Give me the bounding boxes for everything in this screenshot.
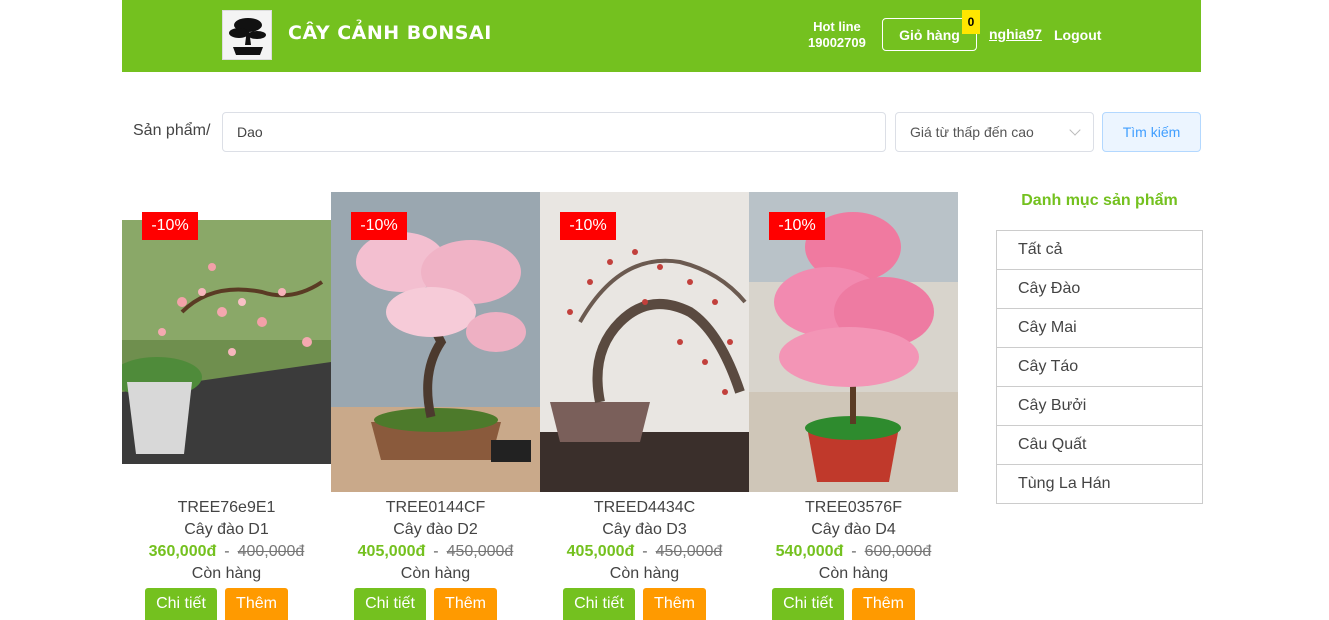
price-separator: - xyxy=(851,543,857,560)
search-button[interactable]: Tìm kiếm xyxy=(1102,112,1201,152)
discount-badge: -10% xyxy=(142,212,198,240)
cart-count-badge: 0 xyxy=(962,10,980,34)
stock-status: Còn hàng xyxy=(609,565,680,582)
product-image[interactable]: -10% xyxy=(331,192,540,492)
product-code: TREE0144CF xyxy=(385,499,486,516)
logout-link[interactable]: Logout xyxy=(1054,27,1101,43)
breadcrumb: Sản phẩm/ xyxy=(133,122,211,139)
product-code: TREE76e9E1 xyxy=(177,499,276,516)
category-title: Danh mục sản phẩm xyxy=(1021,192,1178,209)
hotline: Hot line 19002709 xyxy=(808,19,866,51)
sort-selected-value: Giá từ thấp đến cao xyxy=(910,124,1034,140)
add-to-cart-button[interactable]: Thêm xyxy=(434,588,497,620)
price-row: 360,000đ -400,000đ xyxy=(122,543,331,561)
product-name: Cây đào D2 xyxy=(393,521,478,538)
add-to-cart-button[interactable]: Thêm xyxy=(643,588,706,620)
brand-name[interactable]: CÂY CẢNH BONSAI xyxy=(288,22,492,44)
category-item-mai[interactable]: Cây Mai xyxy=(996,308,1203,348)
category-list: Tất cả Cây Đào Cây Mai Cây Táo Cây Bưởi … xyxy=(996,230,1203,504)
product-name: Cây đào D3 xyxy=(602,521,687,538)
sort-select[interactable]: Giá từ thấp đến cao xyxy=(895,112,1094,152)
product-card: -10% TREED4434C Cây đào D3 405,000đ -450,… xyxy=(540,192,749,620)
category-item-all[interactable]: Tất cả xyxy=(996,230,1203,270)
stock-status: Còn hàng xyxy=(818,565,889,582)
discount-badge: -10% xyxy=(560,212,616,240)
category-item-tao[interactable]: Cây Táo xyxy=(996,347,1203,387)
bonsai-logo[interactable] xyxy=(222,10,272,60)
price-row: 405,000đ -450,000đ xyxy=(540,543,749,561)
product-name: Cây đào D1 xyxy=(184,521,269,538)
chevron-down-icon xyxy=(1069,124,1081,136)
product-name: Cây đào D4 xyxy=(811,521,896,538)
product-image[interactable]: -10% xyxy=(122,192,331,492)
product-card: -10% TREE0144CF Cây đào D2 405,000đ -450,… xyxy=(331,192,540,620)
username-link[interactable]: nghia97 xyxy=(989,26,1042,42)
product-image[interactable]: -10% xyxy=(540,192,749,492)
category-item-dao[interactable]: Cây Đào xyxy=(996,269,1203,309)
price-row: 540,000đ -600,000đ xyxy=(749,543,958,561)
discount-badge: -10% xyxy=(769,212,825,240)
price-separator: - xyxy=(224,543,230,560)
product-card: -10% TREE03576F Cây đào D4 540,000đ -600,… xyxy=(749,192,958,620)
add-to-cart-button[interactable]: Thêm xyxy=(225,588,288,620)
price-row: 405,000đ -450,000đ xyxy=(331,543,540,561)
product-image[interactable]: -10% xyxy=(749,192,958,492)
search-input[interactable] xyxy=(222,112,886,152)
product-price: 405,000đ xyxy=(566,543,635,560)
add-to-cart-button[interactable]: Thêm xyxy=(852,588,915,620)
discount-badge: -10% xyxy=(351,212,407,240)
category-item-tung-la-han[interactable]: Tùng La Hán xyxy=(996,464,1203,504)
product-price: 405,000đ xyxy=(357,543,426,560)
product-card: -10% TREE76e9E1 Cây đào D1 360,000đ -400,… xyxy=(122,192,331,620)
product-code: TREE03576F xyxy=(805,499,902,516)
detail-button[interactable]: Chi tiết xyxy=(145,588,217,620)
product-price: 540,000đ xyxy=(775,543,844,560)
detail-button[interactable]: Chi tiết xyxy=(772,588,844,620)
old-price: 600,000đ xyxy=(864,543,932,560)
stock-status: Còn hàng xyxy=(400,565,471,582)
hotline-number: 19002709 xyxy=(808,35,866,50)
category-item-quat[interactable]: Câu Quất xyxy=(996,425,1203,465)
top-header: CÂY CẢNH BONSAI Hot line 19002709 Giỏ hà… xyxy=(122,0,1201,72)
old-price: 450,000đ xyxy=(446,543,514,560)
product-code: TREED4434C xyxy=(593,499,696,516)
detail-button[interactable]: Chi tiết xyxy=(354,588,426,620)
price-separator: - xyxy=(433,543,439,560)
stock-status: Còn hàng xyxy=(191,565,262,582)
detail-button[interactable]: Chi tiết xyxy=(563,588,635,620)
price-separator: - xyxy=(642,543,648,560)
old-price: 450,000đ xyxy=(655,543,723,560)
old-price: 400,000đ xyxy=(237,543,305,560)
hotline-label: Hot line xyxy=(813,19,861,34)
category-item-buoi[interactable]: Cây Bưởi xyxy=(996,386,1203,426)
product-price: 360,000đ xyxy=(148,543,217,560)
